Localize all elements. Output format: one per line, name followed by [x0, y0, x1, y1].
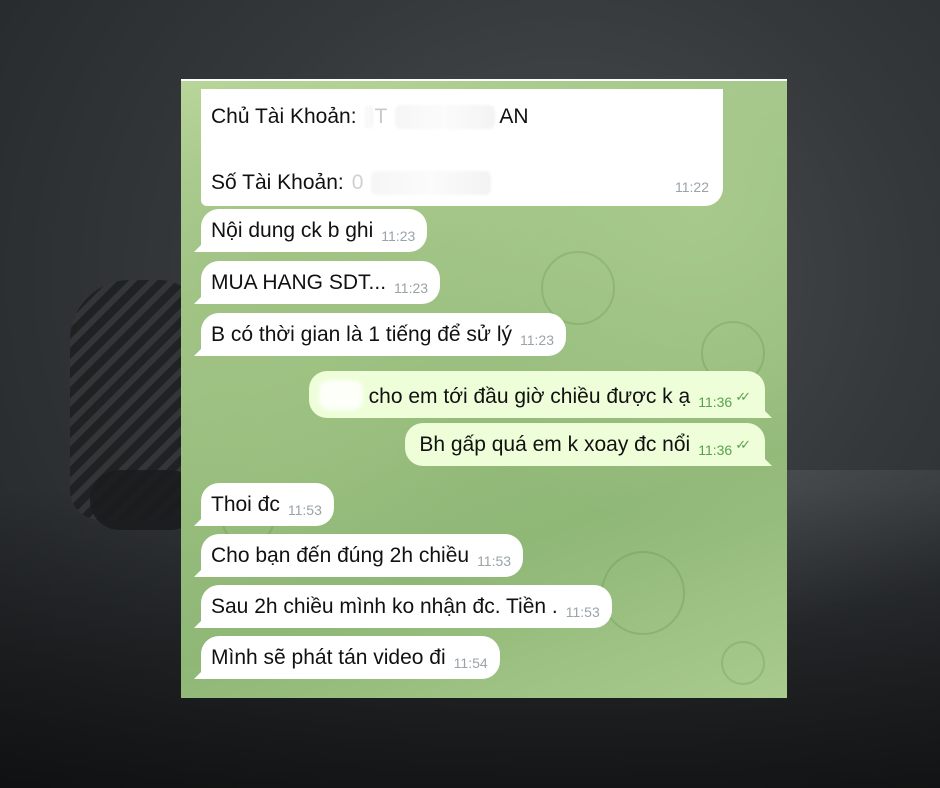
bubble-tail [194, 614, 208, 628]
bubble-tail [194, 238, 208, 252]
message-time: 11:23 [381, 228, 416, 244]
double-check-icon: ✓✓ [735, 389, 751, 404]
owner-fragment-b: AN [499, 105, 529, 128]
incoming-message[interactable]: MUA HANG SDT... 11:23 [194, 261, 441, 304]
bubble-tail [194, 563, 208, 577]
account-owner-row: Chủ Tài Khoản: T AN [211, 105, 529, 129]
message-time: 11:23 [520, 332, 554, 348]
message-text: MUA HANG SDT... [211, 271, 387, 294]
owner-fragment-a: T [374, 105, 388, 128]
message-text: cho em tới đầu giờ chiều được k ạ [368, 385, 691, 408]
message-text: Sau 2h chiều mình ko nhận đc. Tiền . [211, 595, 558, 618]
redacted-account-number [371, 171, 492, 195]
double-check-icon: ✓✓ [735, 437, 751, 452]
message-text: Nội dung ck b ghi [211, 219, 374, 242]
redacted-name [318, 380, 363, 410]
bubble-tail [194, 512, 208, 526]
bubble-tail [194, 665, 208, 679]
message-time: 11:53 [565, 604, 600, 620]
message-text: Cho bạn đến đúng 2h chiều [211, 544, 470, 567]
outgoing-message[interactable]: cho em tới đầu giờ chiều được k ạ 11:36 … [308, 371, 772, 418]
number-fragment: 0 [351, 171, 364, 194]
incoming-message[interactable]: Mình sẽ phát tán video đi 11:54 [194, 636, 500, 679]
message-text: Bh gấp quá em k xoay đc nổi [419, 433, 691, 456]
outgoing-message[interactable]: Bh gấp quá em k xoay đc nổi 11:36 ✓✓ [405, 423, 772, 466]
message-time: 11:53 [287, 502, 322, 518]
account-number-row: Số Tài Khoản: 0 [211, 171, 492, 195]
incoming-message[interactable]: B có thời gian là 1 tiếng để sử lý 11:23 [194, 313, 566, 356]
incoming-message[interactable]: Nội dung ck b ghi 11:23 [194, 209, 428, 252]
message-time: 11:23 [394, 280, 429, 296]
bubble-tail [194, 290, 208, 304]
incoming-message[interactable]: Thoi đc 11:53 [194, 483, 334, 526]
message-text: Thoi đc [211, 493, 280, 516]
message-text: B có thời gian là 1 tiếng để sử lý [211, 323, 512, 346]
redacted-owner-middle [395, 105, 496, 129]
incoming-message[interactable]: Cho bạn đến đúng 2h chiều 11:53 [194, 534, 524, 577]
message-text: Mình sẽ phát tán video đi [211, 646, 446, 669]
message-time: 11:22 [675, 179, 709, 195]
message-time: 11:36 [698, 442, 733, 458]
bubble-tail [758, 404, 772, 418]
bubble-tail [758, 452, 772, 466]
message-time: 11:53 [477, 553, 512, 569]
account-owner-label: Chủ Tài Khoản: [211, 105, 357, 128]
account-number-label: Số Tài Khoản: [211, 171, 344, 194]
redacted-owner-start [364, 105, 373, 129]
chat-screenshot: Chủ Tài Khoản: T AN Số Tài Khoản: 0 11:2… [181, 79, 787, 698]
message-time: 11:36 [698, 394, 733, 410]
incoming-message[interactable]: Sau 2h chiều mình ko nhận đc. Tiền . 11:… [194, 585, 612, 628]
wallpaper-doodle [721, 641, 765, 685]
account-info-message[interactable]: Chủ Tài Khoản: T AN Số Tài Khoản: 0 11:2… [201, 89, 723, 206]
wallpaper-doodle [601, 551, 685, 635]
bubble-tail [194, 342, 208, 356]
message-time: 11:54 [453, 655, 488, 671]
